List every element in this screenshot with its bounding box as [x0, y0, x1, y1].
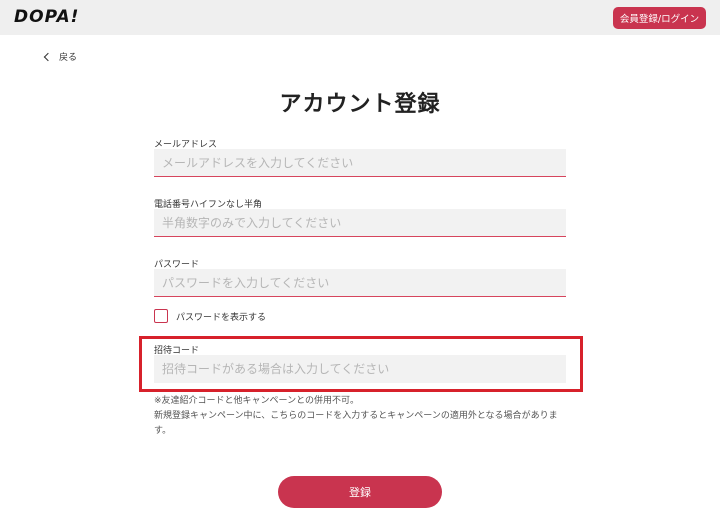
show-password-checkbox[interactable]: [154, 309, 168, 323]
chevron-left-icon: [43, 52, 53, 61]
email-field[interactable]: [154, 149, 566, 177]
page-title: アカウント登録: [279, 92, 441, 117]
show-password-row[interactable]: パスワードを表示する: [154, 309, 266, 323]
phone-field[interactable]: [154, 209, 566, 237]
back-label: 戻る: [59, 53, 78, 63]
password-field[interactable]: [154, 269, 566, 297]
header-bar: DOPA! 会員登録/ログイン: [0, 0, 720, 35]
note-line-2: 新規登録キャンペーン中に、こちらのコードを入力するとキャンペーンの適用外となる場…: [154, 411, 558, 436]
login-register-button[interactable]: 会員登録/ログイン: [613, 7, 706, 29]
note-line-1: ※友達紹介コードと他キャンペーンとの併用不可。: [154, 396, 360, 406]
back-link[interactable]: 戻る: [43, 50, 78, 63]
logo[interactable]: DOPA!: [14, 7, 79, 27]
invite-code-note: ※友達紹介コードと他キャンペーンとの併用不可。 新規登録キャンペーン中に、こちら…: [154, 394, 574, 439]
show-password-label: パスワードを表示する: [176, 312, 267, 323]
register-button[interactable]: 登録: [278, 476, 442, 508]
invite-code-field[interactable]: [154, 355, 566, 383]
